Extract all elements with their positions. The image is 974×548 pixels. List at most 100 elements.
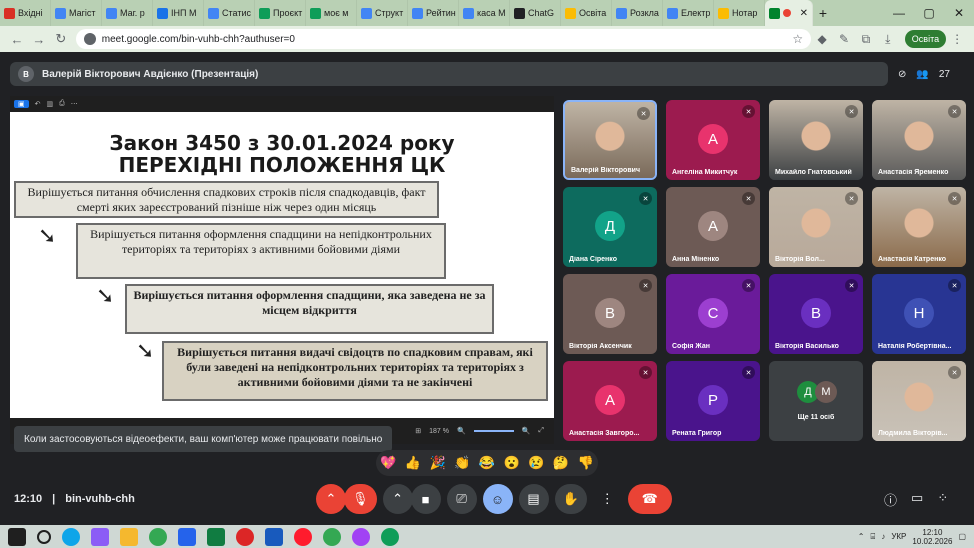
emoji-reaction-button[interactable]: 👏: [454, 455, 470, 471]
fit-icon[interactable]: ⊞: [415, 427, 421, 435]
bookmark-star-icon[interactable]: ☆: [792, 32, 803, 46]
undo-icon[interactable]: ↶: [35, 100, 41, 108]
close-window-icon[interactable]: ✕: [944, 6, 974, 20]
word-icon[interactable]: [265, 527, 283, 546]
chat-icon[interactable]: ▭: [911, 490, 923, 509]
participant-tile[interactable]: ✕ Михайло Гнатовський: [769, 100, 863, 180]
download-icon[interactable]: ⤓: [877, 32, 899, 47]
participant-tile[interactable]: Р ✕ Рената Григор: [666, 361, 760, 441]
participant-tile[interactable]: ✕ Анастасія Яременко: [872, 100, 966, 180]
trash-icon[interactable]: ▥: [47, 100, 54, 108]
mic-off-button[interactable]: 🎙: [344, 484, 377, 514]
camera-options-button[interactable]: ⌃: [382, 484, 413, 514]
emoji-reaction-button[interactable]: 🎉: [430, 455, 446, 471]
participant-tile[interactable]: А ✕ Ангеліна Микитчук: [666, 100, 760, 180]
participant-tile[interactable]: Д ✕ Діана Сіренко: [563, 187, 657, 267]
back-icon[interactable]: ←: [6, 32, 28, 47]
tray-overflow-icon[interactable]: ⌃: [858, 532, 865, 541]
camera-off-icon[interactable]: ⊘: [898, 69, 906, 80]
opera-icon[interactable]: [294, 527, 312, 546]
people-icon[interactable]: 👥: [916, 69, 928, 80]
emoji-reaction-button[interactable]: 💖: [380, 455, 396, 471]
present-button[interactable]: ⎚: [446, 484, 477, 514]
minimize-icon[interactable]: —: [884, 6, 914, 20]
browser-tab[interactable]: Освіта: [561, 0, 612, 26]
menu-kebab-icon[interactable]: ⋮: [946, 32, 968, 46]
chrome-icon[interactable]: [381, 527, 399, 546]
emoji-reaction-button[interactable]: 😂: [479, 455, 495, 471]
site-info-icon[interactable]: [83, 33, 96, 45]
extension-icon[interactable]: ◆: [811, 32, 833, 46]
participant-tile[interactable]: ✕ Анастасія Катренко: [872, 187, 966, 267]
participant-tile[interactable]: А ✕ Анна Міненко: [666, 187, 760, 267]
notification-icon[interactable]: ▢: [958, 532, 966, 541]
zoom-slider[interactable]: [473, 430, 514, 432]
chrome-icon[interactable]: [323, 527, 341, 546]
app-icon[interactable]: [178, 527, 196, 546]
browser-tab[interactable]: Електр: [663, 0, 714, 26]
chrome-icon[interactable]: [149, 527, 167, 546]
browser-tab[interactable]: Статис: [204, 0, 255, 26]
more-options-button[interactable]: ⋮: [593, 484, 622, 514]
volume-icon[interactable]: ♪: [881, 532, 885, 541]
browser-tab-active[interactable]: ✕: [765, 0, 813, 26]
search-icon[interactable]: [37, 529, 51, 544]
participant-tile[interactable]: Д М Ще 11 осіб: [769, 361, 863, 441]
chrome-icon[interactable]: [352, 527, 370, 546]
emoji-reaction-button[interactable]: 😢: [528, 455, 544, 471]
participant-tile[interactable]: ✕ Вікторія Вол...: [769, 187, 863, 267]
emoji-reaction-button[interactable]: 😮: [504, 455, 520, 471]
participant-tile[interactable]: В ✕ Вікторія Аксенчик: [563, 274, 657, 354]
reactions-button[interactable]: ☺: [482, 484, 513, 514]
close-tab-icon[interactable]: ✕: [800, 8, 808, 19]
browser-tab[interactable]: Рейтин: [408, 0, 459, 26]
emoji-reaction-button[interactable]: 🤔: [553, 455, 569, 471]
browser-tab[interactable]: каса М: [459, 0, 510, 26]
excel-icon[interactable]: [207, 527, 225, 546]
browser-tab[interactable]: моє м: [306, 0, 357, 26]
language-indicator[interactable]: УКР: [891, 532, 906, 541]
info-icon[interactable]: ⓘ: [884, 490, 897, 509]
reload-icon[interactable]: ↻: [50, 31, 72, 47]
mic-options-button[interactable]: ⌃: [316, 484, 346, 514]
participant-tile[interactable]: ✕ Валерій Вікторович: [563, 100, 657, 180]
captions-button[interactable]: ▤: [518, 484, 549, 514]
activities-icon[interactable]: ⁘: [937, 490, 948, 509]
network-icon[interactable]: ⌸: [871, 532, 876, 542]
fullscreen-icon[interactable]: ⤢: [538, 427, 544, 435]
tray-clock[interactable]: 12:10 10.02.2026: [912, 528, 952, 546]
print-icon[interactable]: ⎙: [59, 100, 65, 108]
browser-tab[interactable]: ІНП М: [153, 0, 204, 26]
forward-icon[interactable]: →: [28, 32, 50, 47]
leave-call-button[interactable]: ☎: [627, 484, 672, 514]
more-icon[interactable]: ⋯: [71, 100, 78, 108]
participant-tile[interactable]: В ✕ Вікторія Василько: [769, 274, 863, 354]
browser-tab[interactable]: Проєкт: [255, 0, 306, 26]
participant-tile[interactable]: С ✕ Софія Жан: [666, 274, 760, 354]
participant-tile[interactable]: ✕ Людмила Вікторів...: [872, 361, 966, 441]
camera-button[interactable]: ■: [410, 484, 441, 514]
windows-start-icon[interactable]: [8, 527, 26, 546]
edge-icon[interactable]: [62, 527, 80, 546]
profile-button[interactable]: Освіта: [904, 30, 947, 48]
participant-tile[interactable]: Н ✕ Наталія Робертівна...: [872, 274, 966, 354]
explorer-icon[interactable]: [120, 527, 138, 546]
browser-tab[interactable]: Вхідні: [0, 0, 51, 26]
emoji-reaction-button[interactable]: 👎: [577, 455, 593, 471]
browser-tab[interactable]: Нотар: [714, 0, 765, 26]
emoji-reaction-button[interactable]: 👍: [405, 455, 421, 471]
acrobat-icon[interactable]: [236, 527, 254, 546]
puzzle-icon[interactable]: ⧉: [855, 32, 877, 47]
copilot-icon[interactable]: [91, 527, 109, 546]
browser-tab[interactable]: Магіст: [51, 0, 102, 26]
browser-tab[interactable]: Структ: [357, 0, 408, 26]
zoom-in-icon[interactable]: 🔍: [522, 427, 531, 435]
zoom-out-icon[interactable]: 🔍: [457, 427, 466, 435]
url-field[interactable]: meet.google.com/bin-vuhb-chh?authuser=0 …: [75, 29, 812, 49]
new-tab-button[interactable]: +: [813, 5, 833, 21]
browser-tab[interactable]: ChatG: [510, 0, 561, 26]
raise-hand-button[interactable]: ✋: [554, 484, 587, 514]
wrench-icon[interactable]: ✎: [833, 32, 855, 46]
participant-tile[interactable]: А ✕ Анастасія Завгоро...: [563, 361, 657, 441]
maximize-icon[interactable]: ▢: [914, 6, 944, 20]
